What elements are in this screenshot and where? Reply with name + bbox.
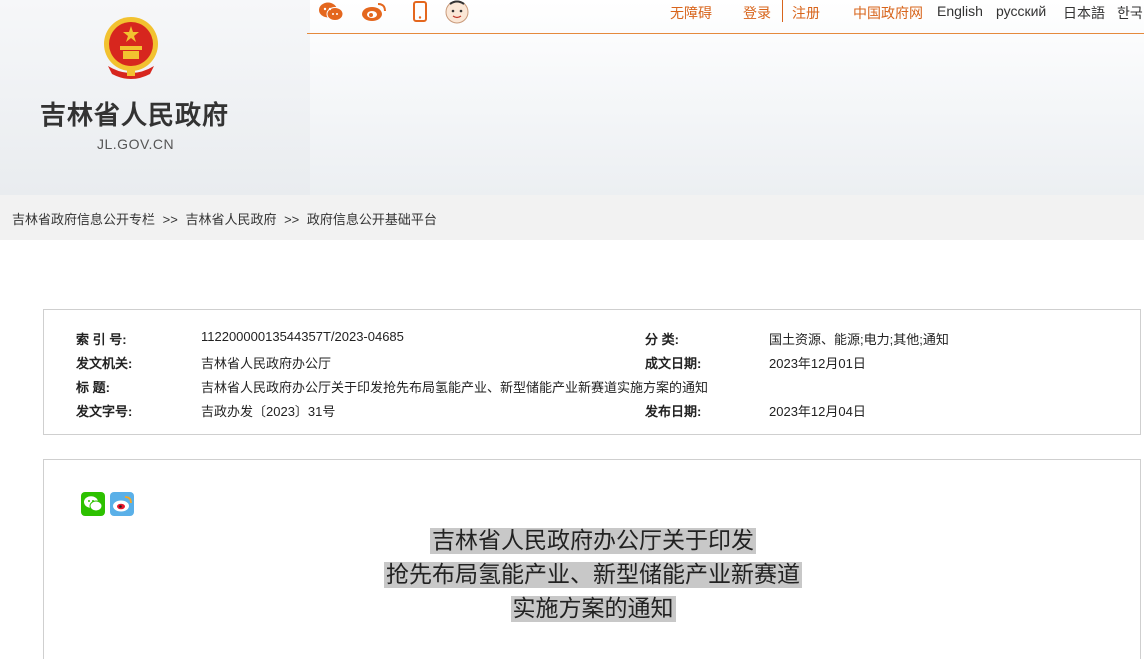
- issuer-label: 发文机关:: [76, 356, 133, 371]
- weibo-icon[interactable]: [361, 0, 387, 24]
- english-link[interactable]: English: [937, 3, 983, 19]
- article-title-line-2: 抢先布局氢能产业、新型储能产业新赛道: [384, 562, 802, 588]
- share-wechat-icon[interactable]: [81, 492, 105, 516]
- breadcrumb-separator: >>: [162, 212, 178, 227]
- doc-number-label: 发文字号:: [76, 404, 133, 419]
- site-domain: JL.GOV.CN: [97, 136, 175, 152]
- article-title: 吉林省人民政府办公厅关于印发 抢先布局氢能产业、新型储能产业新赛道 实施方案的通…: [44, 524, 1142, 626]
- document-meta-box: 索 引 号: 11220000013544357T/2023-04685 分 类…: [43, 309, 1141, 435]
- login-link[interactable]: 登录: [743, 3, 771, 23]
- mobile-icon[interactable]: [407, 0, 433, 24]
- breadcrumb-item-provincial-government[interactable]: 吉林省人民政府: [185, 212, 276, 227]
- breadcrumb-separator: >>: [284, 212, 300, 227]
- japanese-link[interactable]: 日本語: [1063, 3, 1105, 23]
- mascot-icon[interactable]: [444, 0, 470, 24]
- title-value: 吉林省人民政府办公厅关于印发抢先布局氢能产业、新型储能产业新赛道实施方案的通知: [201, 380, 709, 395]
- index-label: 索 引 号:: [76, 332, 127, 347]
- doc-number-value: 吉政办发〔2023〕31号: [201, 404, 336, 419]
- gov-portal-link[interactable]: 中国政府网: [853, 3, 923, 23]
- korean-link[interactable]: 한국: [1117, 3, 1143, 23]
- category-value: 国土资源、能源;电力;其他;通知: [769, 332, 949, 347]
- wechat-icon[interactable]: [318, 0, 344, 24]
- published-date-value: 2023年12月04日: [769, 404, 866, 419]
- created-date-label: 成文日期:: [645, 356, 702, 371]
- title-label: 标 题:: [76, 380, 110, 395]
- russian-link[interactable]: русский: [996, 3, 1046, 19]
- header-accent-line: [307, 33, 1144, 34]
- breadcrumb-item-info-platform[interactable]: 政府信息公开基础平台: [307, 212, 437, 227]
- issuer-value: 吉林省人民政府办公厅: [201, 356, 332, 371]
- breadcrumb-item-info-column[interactable]: 吉林省政府信息公开专栏: [12, 212, 155, 227]
- site-header: 吉林省人民政府 JL.GOV.CN 无障碍 登录 注册 中国政府网 Englis…: [0, 0, 1144, 195]
- article-content-box: 吉林省人民政府办公厅关于印发 抢先布局氢能产业、新型储能产业新赛道 实施方案的通…: [43, 459, 1141, 659]
- breadcrumb-bar: 吉林省政府信息公开专栏 >> 吉林省人民政府 >> 政府信息公开基础平台: [0, 195, 1144, 240]
- article-title-line-1: 吉林省人民政府办公厅关于印发: [430, 528, 756, 554]
- created-date-value: 2023年12月01日: [769, 356, 866, 371]
- national-emblem-icon[interactable]: [100, 14, 162, 82]
- nav-divider: [782, 0, 783, 22]
- site-title[interactable]: 吉林省人民政府: [40, 95, 229, 132]
- article-title-line-3: 实施方案的通知: [510, 596, 676, 622]
- accessibility-link[interactable]: 无障碍: [670, 3, 712, 23]
- share-weibo-icon[interactable]: [110, 492, 134, 516]
- published-date-label: 发布日期:: [645, 404, 702, 419]
- index-value: 11220000013544357T/2023-04685: [201, 329, 404, 344]
- category-label: 分 类:: [645, 332, 679, 347]
- breadcrumb: 吉林省政府信息公开专栏 >> 吉林省人民政府 >> 政府信息公开基础平台: [12, 209, 441, 228]
- register-link[interactable]: 注册: [792, 3, 820, 23]
